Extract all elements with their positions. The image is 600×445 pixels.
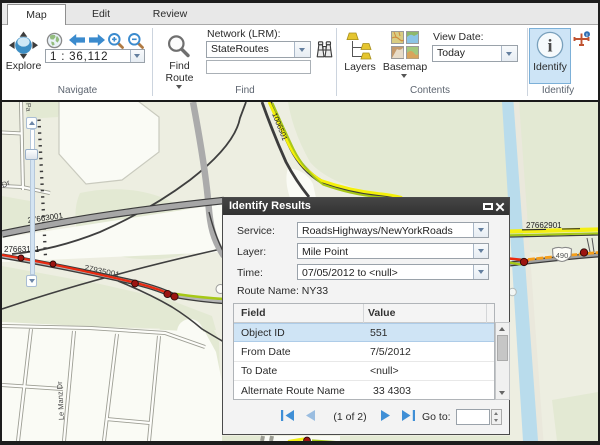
svg-text:27663101: 27663101: [4, 245, 40, 254]
svg-text:27662901: 27662901: [526, 221, 562, 230]
svg-text:i: i: [547, 36, 552, 56]
svg-text:490: 490: [556, 251, 569, 260]
svg-text:Pa: Pa: [24, 103, 31, 112]
